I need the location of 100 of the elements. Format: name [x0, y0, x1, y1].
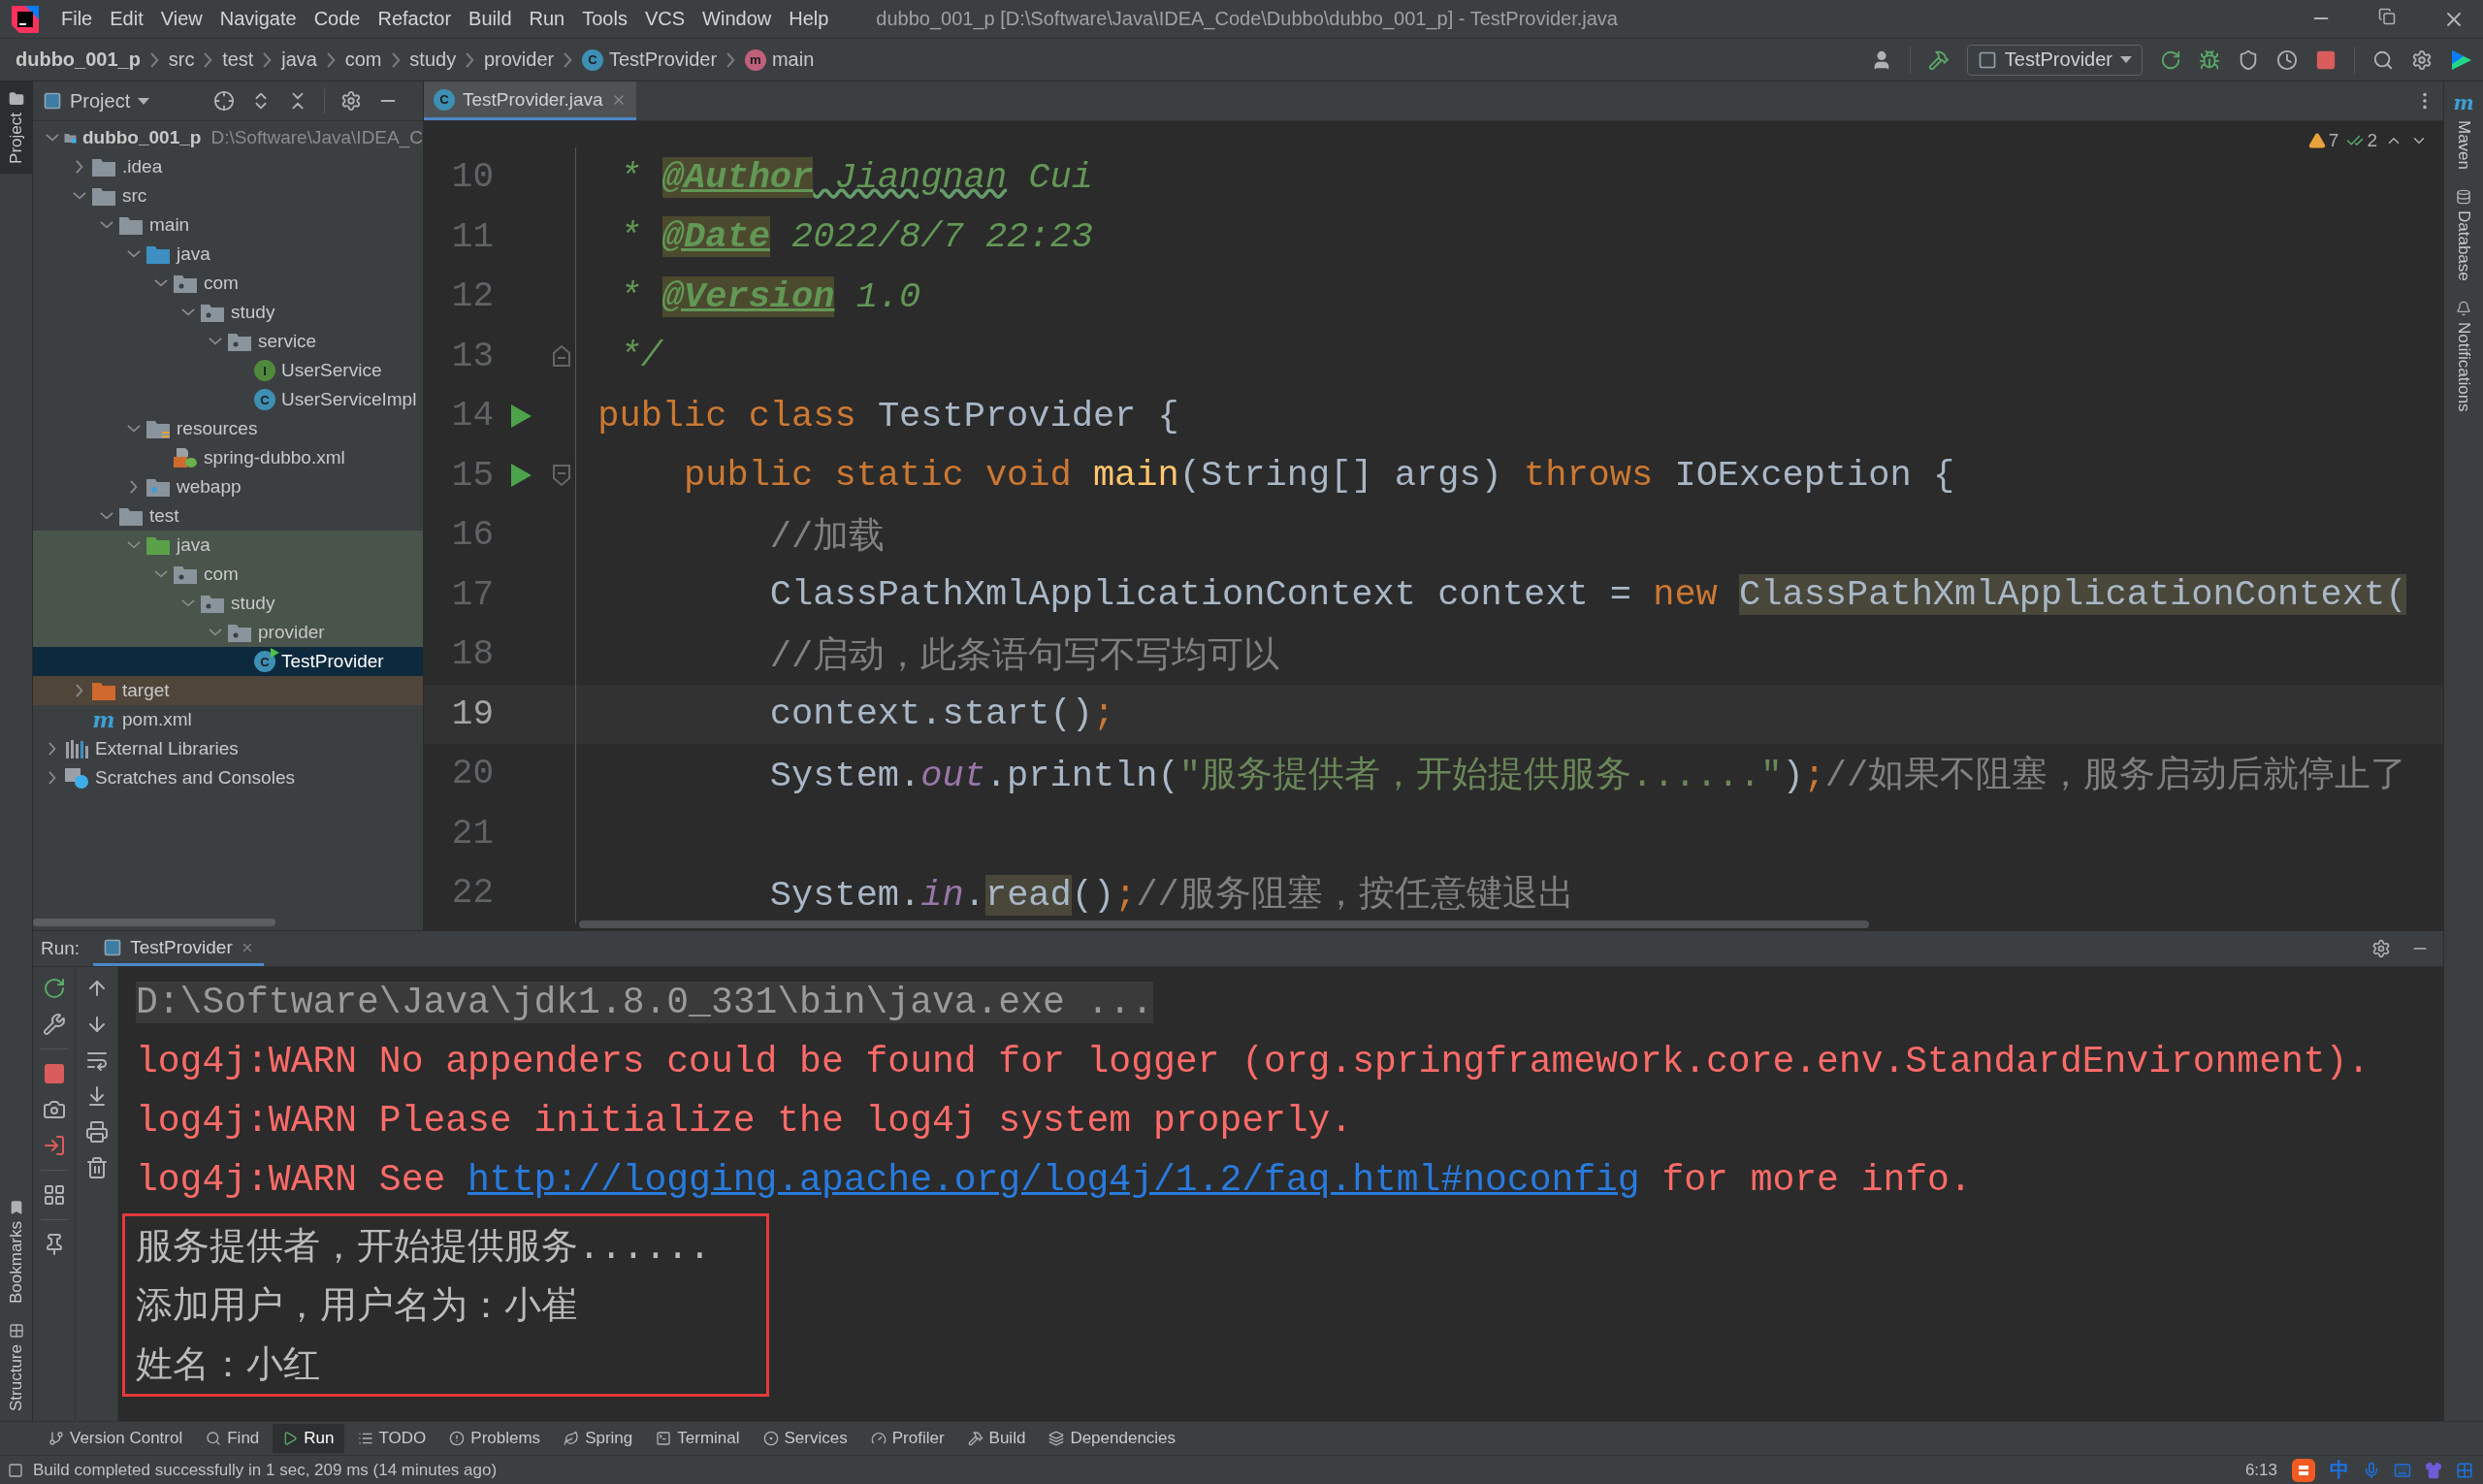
tree-row[interactable]: webapp: [33, 472, 423, 501]
menu-item[interactable]: VCS: [635, 8, 694, 30]
build-button[interactable]: [1927, 48, 1950, 71]
mic-icon[interactable]: [2363, 1461, 2380, 1479]
stop-button[interactable]: [42, 1062, 66, 1085]
breadcrumb[interactable]: com: [344, 48, 382, 71]
menu-item[interactable]: Window: [693, 8, 781, 30]
print-button[interactable]: [84, 1120, 109, 1144]
tree-row[interactable]: service: [33, 327, 423, 356]
camera-button[interactable]: [42, 1098, 66, 1121]
breadcrumb[interactable]: C TestProvider: [582, 48, 718, 71]
tree-row[interactable]: src: [33, 181, 423, 210]
breadcrumb[interactable]: dubbo_001_p: [16, 48, 141, 71]
chevron-icon[interactable]: [391, 51, 401, 68]
plugin-logo[interactable]: [2450, 48, 2473, 72]
tree-row[interactable]: com: [33, 560, 423, 589]
settings-button[interactable]: [340, 90, 363, 112]
menu-item[interactable]: Edit: [101, 8, 152, 30]
tree-row[interactable]: target: [33, 676, 423, 705]
chevron-icon[interactable]: [73, 192, 86, 200]
breadcrumb[interactable]: src: [168, 48, 195, 71]
breadcrumb[interactable]: java: [281, 48, 317, 71]
chevron-icon[interactable]: [149, 51, 159, 68]
chevron-icon[interactable]: [127, 425, 141, 433]
chevron-icon[interactable]: [46, 134, 59, 142]
chevron-icon[interactable]: [127, 541, 141, 549]
menu-item[interactable]: Navigate: [210, 8, 306, 30]
exit-button[interactable]: [42, 1134, 66, 1157]
restore-button[interactable]: [2378, 7, 2396, 25]
tree-row[interactable]: .idea: [33, 152, 423, 181]
tree-row[interactable]: Scratches and Consoles: [33, 763, 423, 792]
tree-row[interactable]: resources: [33, 414, 423, 443]
tool-window-button[interactable]: Dependencies: [1039, 1424, 1186, 1453]
tool-window-button[interactable]: Services: [753, 1424, 857, 1453]
tree-row[interactable]: study: [33, 589, 423, 618]
tree-row[interactable]: I UserService: [33, 356, 423, 385]
input-method-logo[interactable]: [2291, 1457, 2316, 1483]
tool-window-button[interactable]: Run: [273, 1424, 344, 1453]
fold-icon[interactable]: [552, 465, 571, 487]
project-view-dropdown[interactable]: Project: [43, 89, 150, 113]
tool-window-button[interactable]: Structure: [0, 1313, 32, 1421]
chevron-icon[interactable]: [326, 51, 336, 68]
tree-row[interactable]: main: [33, 210, 423, 240]
stop-button[interactable]: [2315, 48, 2337, 71]
tree-row[interactable]: dubbo_001_p D:\Software\Java\IDEA_C: [33, 123, 423, 152]
cursor-position[interactable]: 6:13: [2244, 1460, 2277, 1480]
breadcrumb[interactable]: provider: [483, 48, 555, 71]
locate-button[interactable]: [213, 90, 236, 112]
chevron-icon[interactable]: [209, 338, 222, 345]
chevron-icon[interactable]: [181, 599, 195, 607]
chevron-icon[interactable]: [130, 480, 138, 494]
tree-row[interactable]: m pom.xml: [33, 705, 423, 734]
breadcrumb[interactable]: test: [222, 48, 254, 71]
chevron-icon[interactable]: [154, 570, 168, 578]
tool-window-button[interactable]: Problems: [439, 1424, 551, 1453]
tool-window-button[interactable]: Version Control: [39, 1424, 193, 1453]
tree-row[interactable]: java: [33, 240, 423, 269]
chevron-icon[interactable]: [564, 51, 572, 68]
chevron-icon[interactable]: [204, 51, 213, 68]
editor-tab[interactable]: C TestProvider.java: [424, 81, 636, 120]
keyboard-icon[interactable]: [2394, 1461, 2411, 1479]
tool-window-button[interactable]: m Maven: [2444, 81, 2483, 180]
run-configuration-dropdown[interactable]: TestProvider: [1966, 44, 2143, 76]
layout-button[interactable]: [42, 1183, 66, 1207]
tree-row[interactable]: provider: [33, 618, 423, 647]
run-gutter-icon[interactable]: [509, 403, 532, 429]
search-button[interactable]: [2372, 48, 2394, 71]
chevron-icon[interactable]: [100, 512, 113, 520]
rerun-button[interactable]: [2160, 48, 2181, 71]
settings-button[interactable]: [2371, 939, 2391, 958]
chevron-icon[interactable]: [181, 308, 195, 316]
wrench-button[interactable]: [42, 1013, 66, 1036]
tool-window-button[interactable]: Bookmarks: [0, 1190, 32, 1313]
tool-window-button[interactable]: Project: [0, 81, 32, 174]
scrollbar[interactable]: [33, 919, 275, 926]
tree-row[interactable]: study: [33, 298, 423, 327]
menu-item[interactable]: Help: [780, 8, 838, 30]
chevron-icon[interactable]: [263, 51, 273, 68]
chevron-icon[interactable]: [76, 684, 83, 697]
menu-item[interactable]: File: [52, 8, 102, 30]
menu-item[interactable]: Build: [460, 8, 521, 30]
tool-window-button[interactable]: Database: [2444, 179, 2483, 291]
link[interactable]: http://logging.apache.org/log4j/1.2/faq.html#noconfig: [468, 1159, 1640, 1201]
menu-item[interactable]: Code: [305, 8, 370, 30]
chevron-icon[interactable]: [726, 51, 735, 68]
tree-row[interactable]: C UserServiceImpl: [33, 385, 423, 414]
chevron-icon[interactable]: [48, 771, 56, 785]
menu-item[interactable]: Run: [520, 8, 574, 30]
settings-button[interactable]: [2411, 48, 2433, 71]
tool-window-button[interactable]: Build: [957, 1424, 1036, 1453]
weak-warning-count[interactable]: 2: [2346, 130, 2377, 151]
run-gutter-icon[interactable]: [509, 463, 532, 489]
fold-icon[interactable]: [552, 345, 571, 368]
chevron-icon[interactable]: [48, 742, 56, 756]
rerun-button[interactable]: [42, 977, 66, 1000]
chevron-icon[interactable]: [209, 629, 222, 636]
tree-row[interactable]: External Libraries: [33, 734, 423, 763]
tool-window-button[interactable]: Notifications: [2444, 290, 2483, 422]
run-tab[interactable]: TestProvider: [93, 931, 264, 966]
tree-row[interactable]: test: [33, 501, 423, 531]
